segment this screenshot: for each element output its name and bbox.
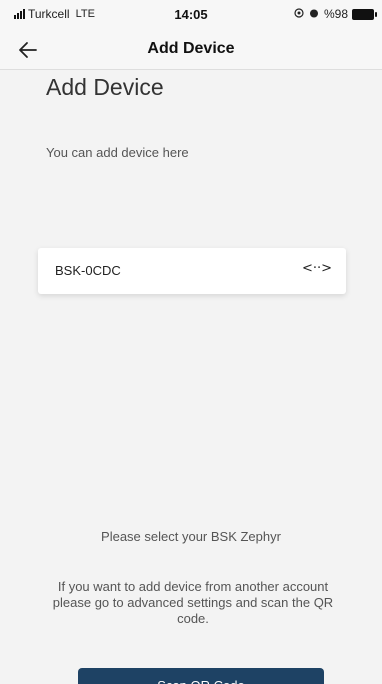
battery-icon [352,8,377,20]
battery-percent: %98 [323,7,348,21]
nav-title: Add Device [147,40,235,57]
device-name: BSK-0CDC [55,263,121,278]
info-text: If you want to add device from another a… [52,579,334,626]
alarm-icon [309,8,319,21]
connect-icon: <··> [301,261,332,276]
scan-qr-button[interactable]: Scan QR Code [78,668,324,684]
nav-bar: Add Device [0,30,382,70]
status-right: %98 [294,7,377,21]
add-device-screen: Turkcell LTE 14:05 %98 Add Device Add De… [0,0,382,684]
page-title: Add Device [46,74,164,100]
location-icon [294,7,304,21]
page-subtitle: You can add device here [46,145,189,160]
device-list-item[interactable]: BSK-0CDC <··> [38,248,346,294]
status-bar: Turkcell LTE 14:05 %98 [0,0,382,30]
select-prompt: Please select your BSK Zephyr [101,529,281,544]
